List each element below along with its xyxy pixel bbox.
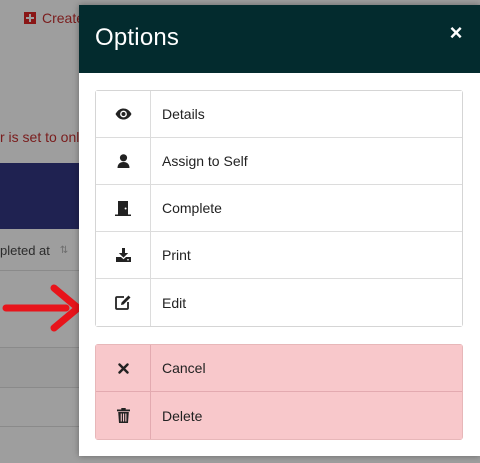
option-label: Print bbox=[162, 247, 191, 263]
table-divider bbox=[0, 270, 90, 271]
option-label: Delete bbox=[162, 407, 203, 424]
modal-title: Options bbox=[95, 24, 180, 51]
edit-icon bbox=[96, 279, 151, 326]
modal-header: Options × bbox=[79, 5, 480, 73]
notice-text: r is set to onl bbox=[0, 129, 80, 145]
door-icon bbox=[96, 185, 151, 231]
annotation-arrow bbox=[2, 284, 82, 332]
option-details[interactable]: Details bbox=[96, 91, 462, 138]
option-label: Details bbox=[162, 106, 205, 122]
option-print[interactable]: Print bbox=[96, 232, 462, 279]
table-row bbox=[0, 347, 90, 387]
option-label: Cancel bbox=[162, 360, 206, 376]
options-modal: Options × Details Assign to Self Complet… bbox=[79, 5, 480, 456]
column-header-completed-at[interactable]: pleted at ⇅ bbox=[0, 240, 68, 260]
download-icon bbox=[96, 232, 151, 278]
trash-icon bbox=[96, 392, 151, 439]
create-label: Create bbox=[42, 10, 85, 26]
table-divider bbox=[0, 387, 90, 388]
plus-icon bbox=[24, 12, 36, 24]
close-button[interactable]: × bbox=[448, 22, 464, 44]
option-cancel[interactable]: Cancel bbox=[96, 345, 462, 392]
option-complete[interactable]: Complete bbox=[96, 185, 462, 232]
option-label: Complete bbox=[162, 200, 222, 216]
sort-icon: ⇅ bbox=[59, 244, 69, 256]
table-divider bbox=[0, 347, 90, 348]
danger-options-list: Cancel Delete bbox=[95, 344, 463, 440]
option-label: Assign to Self bbox=[162, 153, 248, 169]
user-icon bbox=[96, 138, 151, 184]
options-list: Details Assign to Self Complete Print Ed… bbox=[95, 90, 463, 327]
times-icon bbox=[96, 345, 151, 391]
table-divider bbox=[0, 426, 90, 427]
option-delete[interactable]: Delete bbox=[96, 392, 462, 439]
option-assign-to-self[interactable]: Assign to Self bbox=[96, 138, 462, 185]
option-label: Edit bbox=[162, 294, 187, 311]
column-header-label: pleted at bbox=[0, 242, 50, 258]
create-link[interactable]: Create bbox=[24, 9, 84, 27]
option-edit[interactable]: Edit bbox=[96, 279, 462, 326]
eye-icon bbox=[96, 91, 151, 137]
table-header-band bbox=[0, 163, 90, 229]
